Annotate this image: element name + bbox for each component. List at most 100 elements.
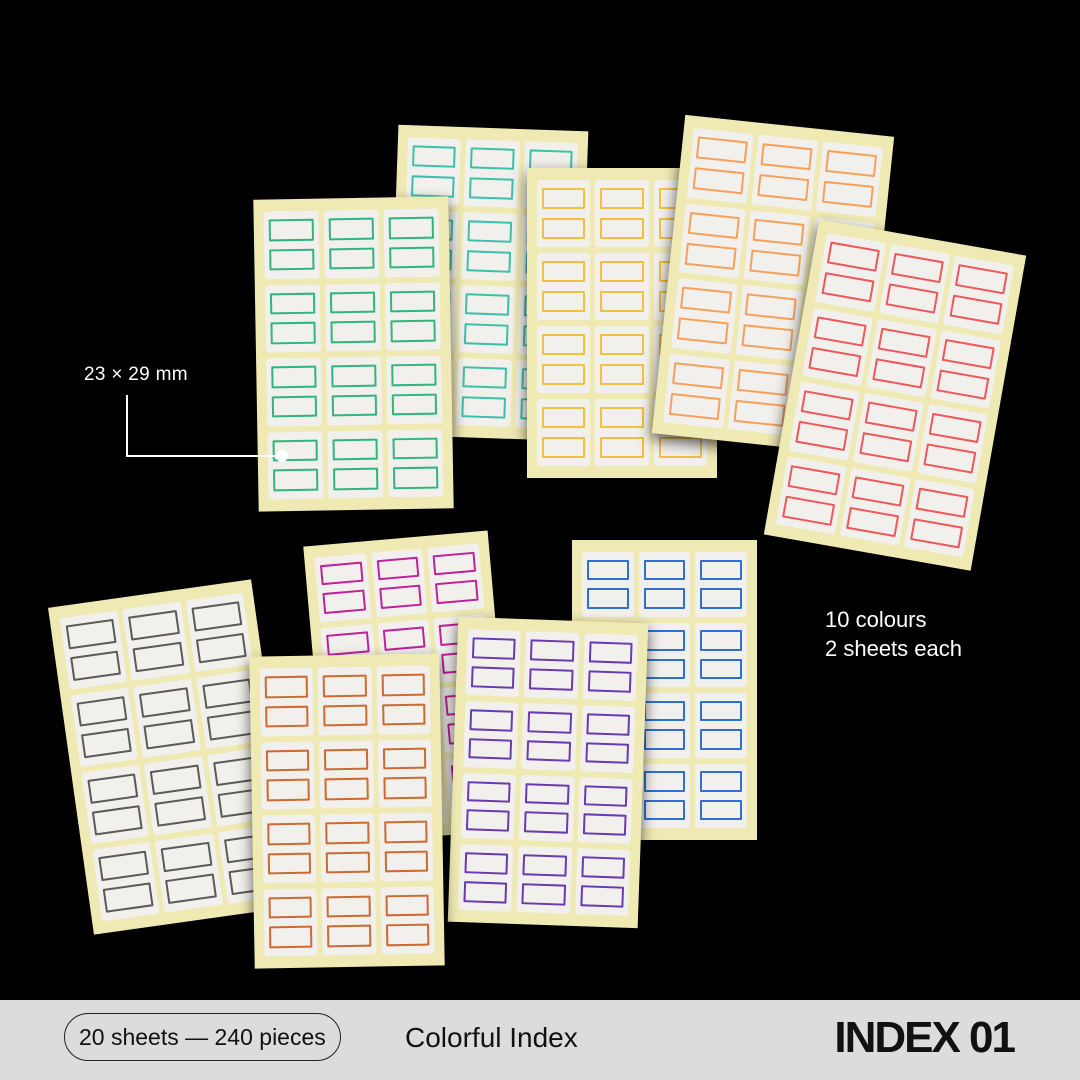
label-frame bbox=[70, 651, 122, 681]
index-label bbox=[327, 430, 384, 499]
label-frame bbox=[741, 324, 794, 352]
label-frame bbox=[383, 777, 427, 800]
label-frame bbox=[757, 174, 810, 202]
index-label bbox=[595, 326, 649, 393]
index-label bbox=[577, 776, 633, 845]
index-label bbox=[537, 399, 591, 466]
label-frame bbox=[643, 729, 686, 750]
index-label bbox=[263, 210, 320, 280]
index-label bbox=[59, 610, 128, 690]
label-frame bbox=[325, 821, 370, 844]
index-label bbox=[460, 772, 517, 841]
label-frame bbox=[580, 885, 625, 908]
label-frame bbox=[383, 820, 428, 843]
label-frame bbox=[329, 291, 376, 314]
label-frame bbox=[102, 882, 154, 913]
index-label bbox=[816, 141, 883, 217]
index-label bbox=[801, 307, 874, 386]
label-frame bbox=[542, 436, 586, 458]
index-label bbox=[943, 255, 1015, 335]
label-frame bbox=[695, 136, 748, 164]
label-frame bbox=[470, 147, 515, 171]
label-frame bbox=[391, 363, 437, 386]
label-frame bbox=[643, 799, 686, 821]
label-frame bbox=[271, 365, 317, 389]
index-label bbox=[320, 813, 375, 882]
label-frame bbox=[195, 633, 247, 663]
index-label bbox=[427, 543, 485, 613]
index-label bbox=[815, 232, 887, 312]
index-label bbox=[70, 687, 139, 767]
label-frame bbox=[524, 811, 569, 834]
label-frame bbox=[542, 217, 586, 239]
colour-count-text: 10 colours bbox=[825, 607, 927, 632]
label-frame bbox=[885, 283, 939, 314]
product-photo: 23 × 29 mm 10 colours 2 sheets each bbox=[0, 0, 1080, 1000]
label-frame bbox=[936, 369, 990, 400]
label-frame bbox=[679, 286, 733, 315]
label-frame bbox=[521, 883, 566, 906]
index-label bbox=[266, 357, 323, 427]
label-frame bbox=[600, 363, 644, 385]
index-label bbox=[264, 284, 321, 353]
label-frame bbox=[376, 556, 420, 581]
index-label bbox=[595, 253, 649, 320]
label-frame bbox=[465, 293, 510, 317]
label-frame bbox=[463, 881, 508, 904]
label-frame bbox=[941, 338, 995, 370]
index-label bbox=[516, 846, 573, 914]
index-label bbox=[735, 284, 803, 361]
index-label bbox=[377, 739, 432, 808]
index-label bbox=[317, 666, 373, 735]
index-label bbox=[323, 209, 380, 278]
label-frame bbox=[954, 264, 1008, 295]
label-frame bbox=[643, 700, 686, 722]
index-label bbox=[376, 665, 431, 734]
label-frame bbox=[949, 294, 1003, 326]
index-label bbox=[379, 886, 435, 955]
index-label bbox=[865, 318, 938, 398]
label-frame bbox=[587, 588, 629, 609]
index-label bbox=[579, 704, 636, 773]
label-frame bbox=[390, 319, 436, 343]
label-frame bbox=[65, 619, 117, 649]
label-frame bbox=[525, 782, 570, 806]
label-frame bbox=[864, 401, 918, 433]
index-label bbox=[387, 428, 444, 498]
label-frame bbox=[658, 436, 702, 458]
label-frame bbox=[600, 188, 644, 210]
label-frame bbox=[467, 220, 512, 244]
label-frame bbox=[462, 366, 507, 390]
label-frame bbox=[600, 290, 644, 312]
label-frame bbox=[330, 321, 376, 344]
label-frame bbox=[851, 476, 905, 507]
label-frame bbox=[890, 253, 944, 284]
label-frame bbox=[600, 436, 644, 458]
index-label bbox=[463, 139, 520, 208]
label-frame bbox=[326, 851, 370, 874]
label-frame bbox=[389, 290, 436, 313]
index-label bbox=[582, 633, 638, 701]
label-frame bbox=[529, 668, 574, 691]
label-frame bbox=[542, 407, 586, 429]
label-frame bbox=[522, 854, 567, 877]
label-frame bbox=[588, 641, 633, 664]
label-frame bbox=[265, 705, 309, 728]
label-frame bbox=[668, 392, 721, 420]
product-name: Colorful Index bbox=[405, 1022, 578, 1053]
label-frame bbox=[582, 813, 627, 836]
index-label bbox=[144, 755, 212, 836]
label-frame bbox=[643, 588, 686, 609]
index-label bbox=[370, 548, 428, 618]
index-label bbox=[122, 601, 191, 681]
index-label bbox=[465, 629, 522, 697]
label-frame bbox=[139, 687, 191, 718]
label-frame bbox=[266, 779, 311, 802]
label-frame bbox=[268, 218, 315, 242]
label-frame bbox=[98, 851, 150, 881]
label-frame bbox=[270, 322, 316, 345]
label-frame bbox=[385, 924, 430, 947]
label-frame bbox=[331, 394, 378, 417]
label-frame bbox=[464, 852, 509, 875]
label-frame bbox=[813, 316, 867, 347]
